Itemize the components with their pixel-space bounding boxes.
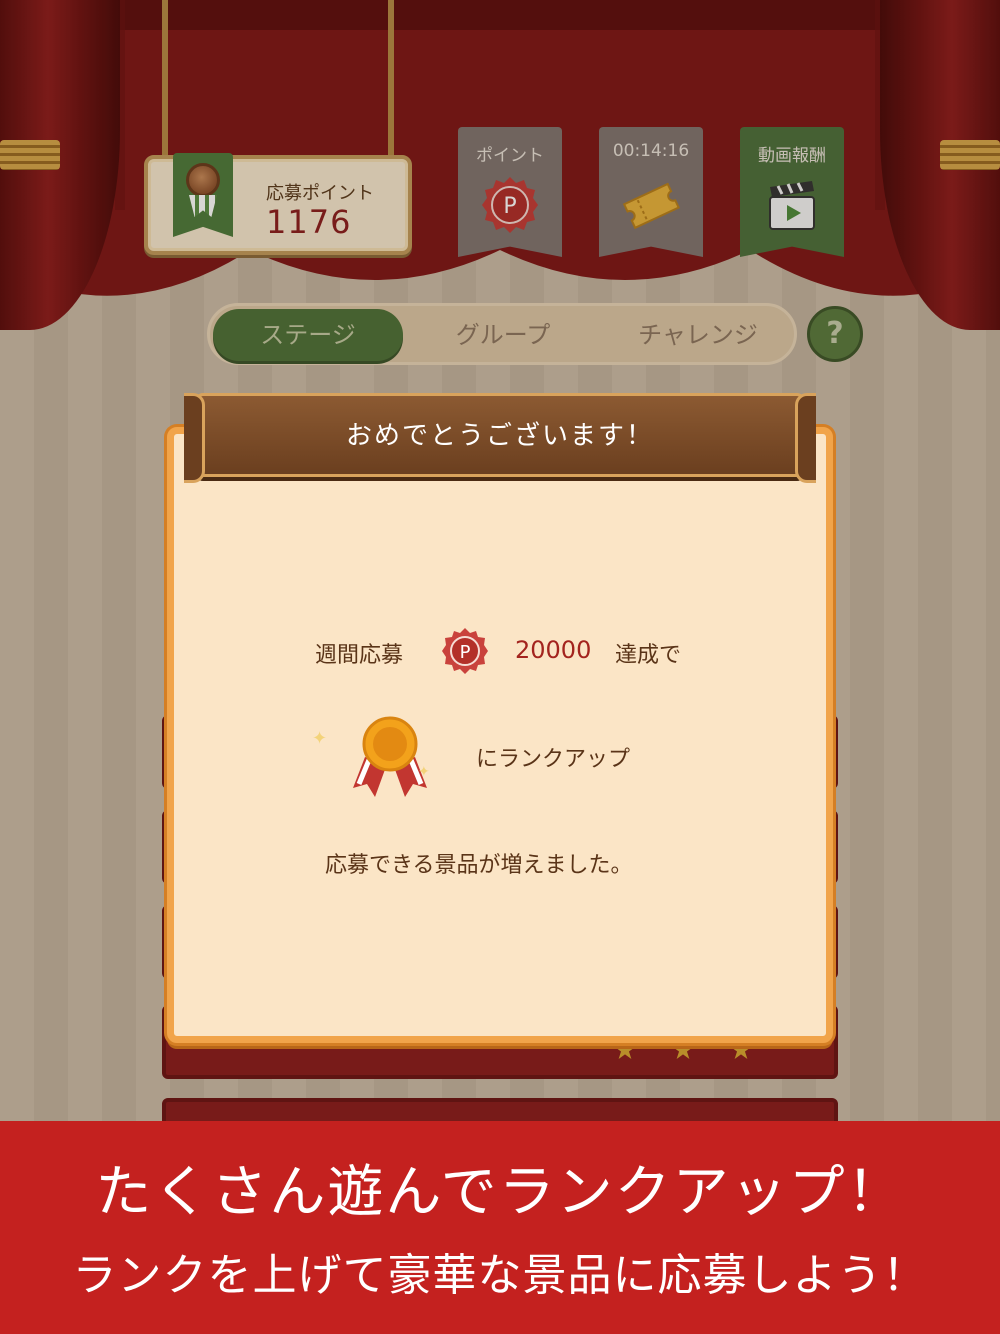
promo-subline: ランクを上げて豪華な景品に応募しよう！ — [72, 1250, 928, 1301]
goal-points-value: 20000 — [515, 636, 592, 664]
dialog-title-banner: おめでとうございます！ — [184, 393, 816, 483]
sparkle-icon: ✦ — [312, 728, 328, 749]
rank-up-dialog — [167, 427, 833, 1043]
achieve-label: 達成で — [615, 643, 682, 668]
prize-message: 応募できる景品が増えました。 — [325, 853, 633, 878]
rank-up-label: にランクアップ — [476, 747, 631, 772]
sparkle-icon: ✦ — [418, 764, 430, 780]
point-badge-icon: P — [442, 628, 488, 674]
promo-headline: たくさん遊んでランクアップ！ — [95, 1160, 905, 1225]
p-badge-letter: P — [460, 642, 471, 663]
rank-medal-icon — [353, 716, 427, 797]
weekly-application-label: 週間応募 — [315, 643, 404, 668]
promo-banner: たくさん遊んでランクアップ！ ランクを上げて豪華な景品に応募しよう！ — [0, 1121, 1000, 1334]
dialog-title: おめでとうございます！ — [345, 421, 654, 451]
